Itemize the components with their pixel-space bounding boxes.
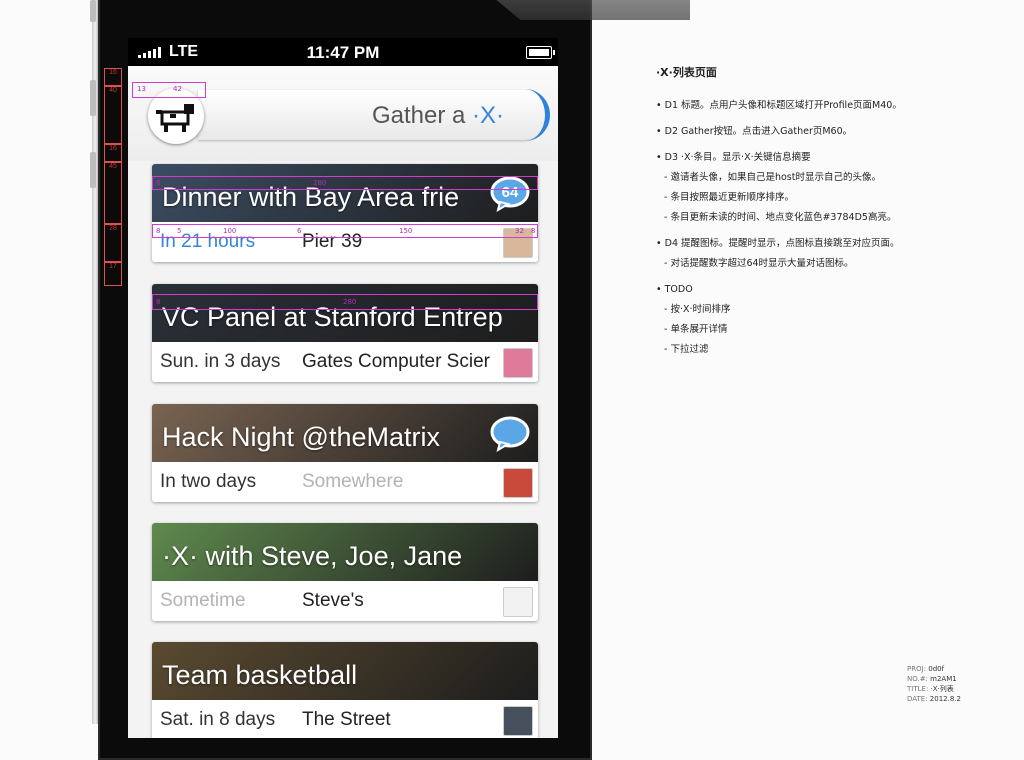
side-button [90,0,96,22]
note-subitem: 下拉过滤 [656,340,956,360]
notes-list: D1 标题。点用户头像和标题区域打开Profile页面M40。 D2 Gather… [656,96,956,360]
ruler-mark: 17 [104,262,122,286]
host-avatar [503,587,533,617]
spec-box-header: 13 42 [132,82,206,98]
card-title: ·X· with Steve, Joe, Jane [162,541,463,571]
card-info: Sun. in 3 days Gates Computer Scier [152,342,538,382]
card-info: Sat. in 8 days The Street [152,700,538,738]
list-header: Gather a ·X· [128,66,558,161]
card-time: Sat. in 8 days [160,709,276,730]
note-item: D3 ·X·条目。显示·X·关键信息摘要 [656,148,956,168]
ruler-mark: 16 [104,144,122,162]
gather-ring-icon [500,89,550,141]
note-subitem: 条目更新未读的时间、地点变化蓝色#3784D5高亮。 [656,208,956,228]
notes-title: ·X·列表页面 [656,66,717,79]
host-avatar [503,468,533,498]
clock: 11:47 PM [306,43,380,62]
ruler-mark: 40 [104,86,122,144]
card-place: Somewhere [302,471,404,492]
note-item: TODO [656,280,956,300]
card-info: In two days Somewhere [152,462,538,502]
volume-down-button [90,152,96,188]
card-place: The Street [302,709,391,730]
x-card[interactable]: Hack Night @theMatrix In two days Somewher… [152,404,538,502]
battery-icon [526,46,555,59]
note-item: D4 提醒图标。提醒时显示，点图标直接跳至对应页面。 [656,234,956,254]
ruler-mark: 28 [104,224,122,262]
design-notes: ·X·列表页面 D1 标题。点用户头像和标题区域打开Profile页面M40。D… [656,64,956,360]
card-title: Team basketball [162,660,358,690]
gather-label: Gather a ·X· [371,102,504,129]
phone-screen: LTE 11:47 PM Gather a ·X· Dinner with Ba… [128,38,558,738]
doc-meta: PROJ: 0d0f NO.#: m2AM1 TITLE: ·X·列表 DATE… [907,665,961,703]
x-card[interactable]: ·X· with Steve, Joe, Jane Sometime Steve's [152,523,538,621]
card-time: In two days [160,471,257,492]
spec-box-info: 8 5 100 6 150 32 8 [152,224,538,238]
note-subitem: 对话提醒数字超过64时显示大量对话图标。 [656,254,956,274]
ruler-mark: 16 [104,68,122,86]
card-info: Sometime Steve's [152,581,538,621]
ruler-mark: 45 [104,162,122,224]
note-subitem: 邀请者头像，如果自己是host时显示自己的头像。 [656,168,956,188]
card-place: Gates Computer Scier [302,351,490,372]
gather-button[interactable]: Gather a ·X· [198,89,550,141]
card-time: Sun. in 3 days [160,351,281,372]
note-subitem: 按·X·时间排序 [656,300,956,320]
card-time: Sometime [160,590,246,611]
note-item: D1 标题。点用户头像和标题区域打开Profile页面M40。 [656,96,956,116]
host-avatar [503,706,533,736]
note-subitem: 条目按照最近更新顺序排序。 [656,188,956,208]
card-place: Steve's [302,590,364,611]
note-subitem: 单条展开详情 [656,320,956,340]
note-item: D2 Gather按钮。点击进入Gather页M60。 [656,122,956,142]
status-bar: LTE 11:47 PM [128,38,558,66]
card-title: Hack Night @theMatrix [162,422,440,452]
spec-box-title: 8 280 [152,294,538,310]
host-avatar [503,348,533,378]
conversation-alert-icon[interactable] [490,416,530,453]
volume-up-button [90,80,96,116]
spec-box-title: 8 280 [152,176,538,190]
